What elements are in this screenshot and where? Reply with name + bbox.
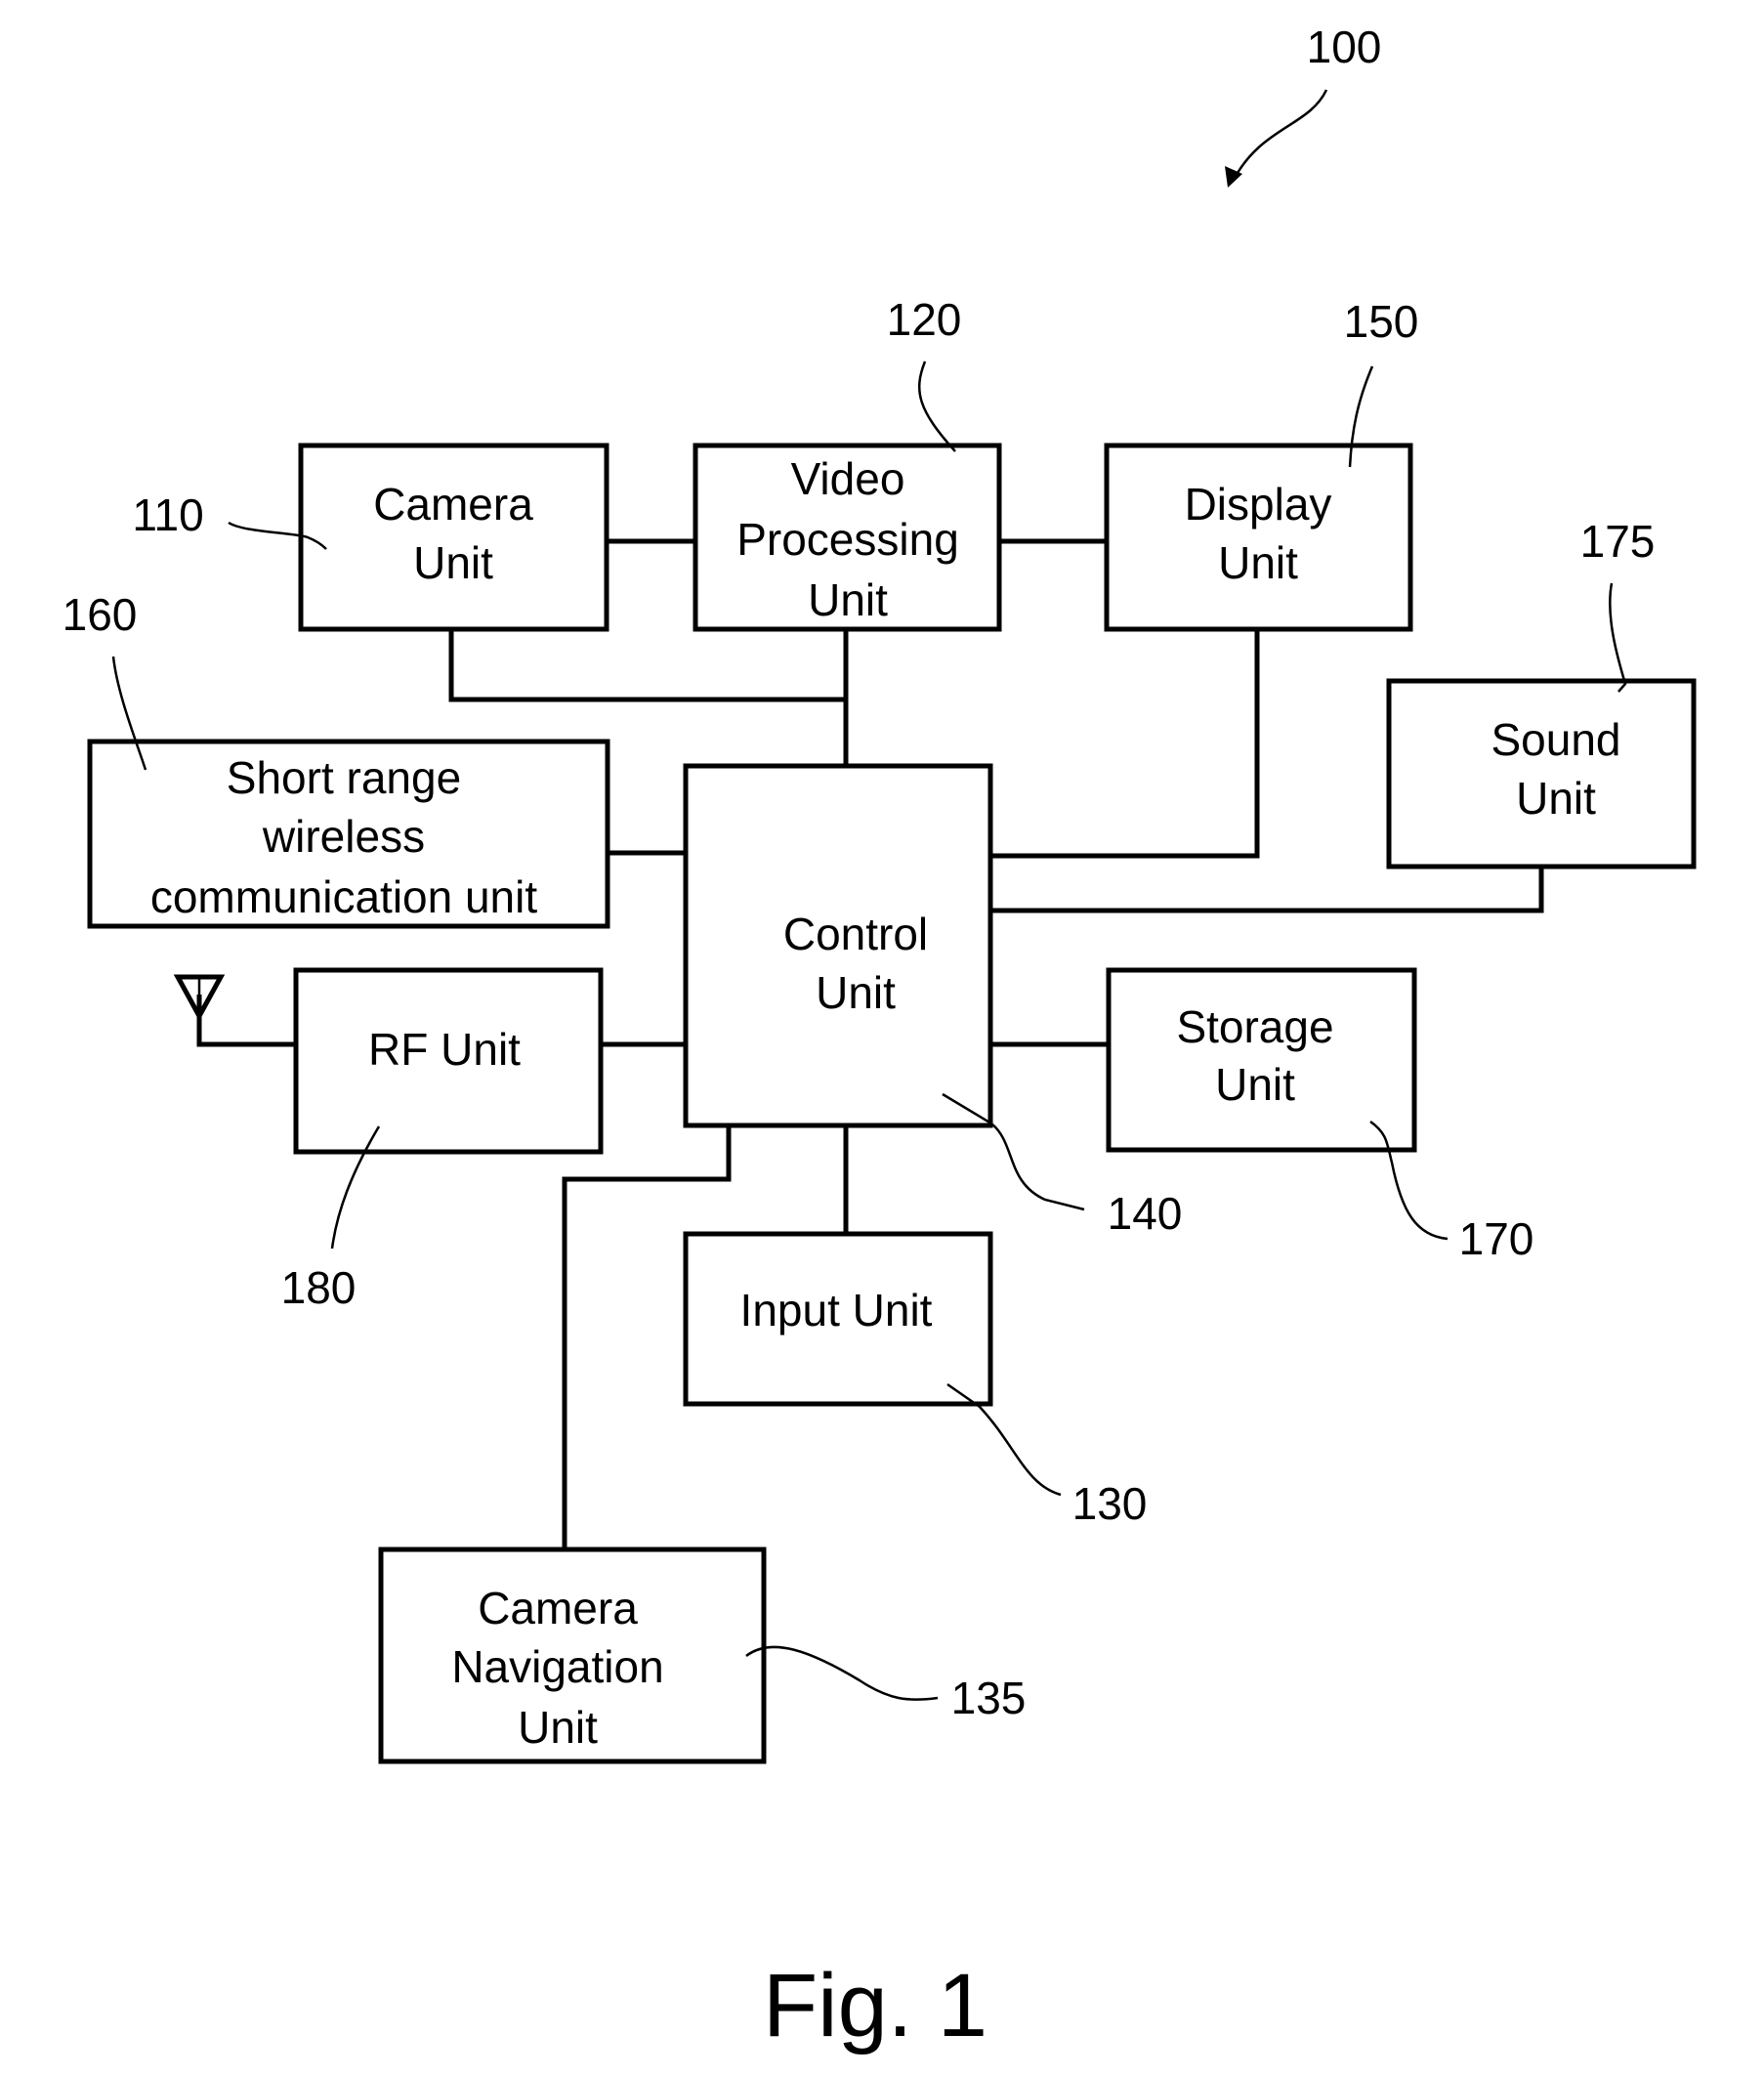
reference-120: 120: [887, 294, 962, 452]
block-label-line: Unit: [808, 574, 888, 625]
wire-display-control: [990, 629, 1260, 859]
ref-numeral: 150: [1344, 296, 1419, 347]
ref-numeral: 180: [281, 1262, 357, 1313]
ref-numeral: 130: [1072, 1478, 1148, 1529]
block-label-line: wireless: [262, 811, 425, 862]
block-label-line: Video: [791, 453, 905, 504]
block-control-unit: Control Unit: [683, 763, 993, 1128]
block-label-line: Camera: [478, 1583, 638, 1633]
block-label-line: Sound: [1491, 714, 1620, 765]
figure-caption: Fig. 1: [763, 1956, 987, 2056]
block-label-line: Unit: [1215, 1059, 1295, 1110]
block-label-line: Unit: [1218, 537, 1298, 588]
block-label-line: Camera: [373, 479, 533, 530]
reference-175: 175: [1580, 516, 1656, 693]
block-label-line: communication unit: [150, 871, 538, 922]
block-label-line: Navigation: [451, 1641, 663, 1692]
reference-100: 100: [1225, 21, 1381, 188]
block-input-unit: Input Unit: [683, 1231, 993, 1407]
block-rf-unit: RF Unit: [293, 967, 604, 1155]
block-label-line: Unit: [816, 967, 896, 1018]
ref-numeral: 160: [63, 589, 138, 640]
ref-numeral: 135: [951, 1673, 1027, 1723]
block-diagram: Camera Unit Video Processing Unit Displa…: [63, 21, 1697, 2056]
block-storage-unit: Storage Unit: [1106, 967, 1417, 1153]
block-label-line: Input Unit: [740, 1285, 933, 1335]
block-label-line: RF Unit: [368, 1024, 521, 1075]
block-camera-unit: Camera Unit: [298, 443, 609, 632]
block-label-line: Storage: [1176, 1001, 1333, 1052]
arrow-100: [1231, 89, 1328, 183]
block-video-processing-unit: Video Processing Unit: [693, 443, 1002, 632]
block-label-line: Control: [783, 909, 928, 959]
reference-150: 150: [1344, 296, 1419, 468]
block-label-line: Unit: [1516, 773, 1596, 824]
block-sound-unit: Sound Unit: [1386, 678, 1697, 869]
reference-135: 135: [745, 1645, 1027, 1723]
ref-numeral: 170: [1459, 1213, 1534, 1264]
block-label-line: Processing: [736, 514, 959, 565]
block-label-line: Unit: [413, 537, 493, 588]
ref-numeral: 140: [1108, 1188, 1183, 1239]
reference-130: 130: [946, 1382, 1148, 1529]
wire-sound-control: [990, 867, 1544, 913]
ref-numeral: 100: [1307, 21, 1382, 72]
wire-camera-control: [448, 629, 846, 702]
block-camera-navigation-unit: Camera Navigation Unit: [378, 1547, 767, 1764]
leader-line: [745, 1645, 939, 1701]
block-short-range-wireless-unit: Short range wireless communication unit: [87, 739, 610, 929]
leader-line: [1609, 582, 1627, 693]
block-label-line: Short range: [227, 752, 461, 803]
wire-antenna-rf: [196, 995, 296, 1047]
block-display-unit: Display Unit: [1104, 443, 1413, 632]
ref-numeral: 110: [132, 489, 203, 540]
reference-180: 180: [281, 1125, 381, 1313]
ref-numeral: 175: [1580, 516, 1656, 567]
reference-110: 110: [132, 489, 327, 550]
block-label-line: Unit: [518, 1702, 598, 1753]
antenna-icon: [173, 974, 226, 1022]
leader-line: [918, 360, 956, 452]
ref-numeral: 120: [887, 294, 962, 345]
block-label-line: Display: [1185, 479, 1332, 530]
